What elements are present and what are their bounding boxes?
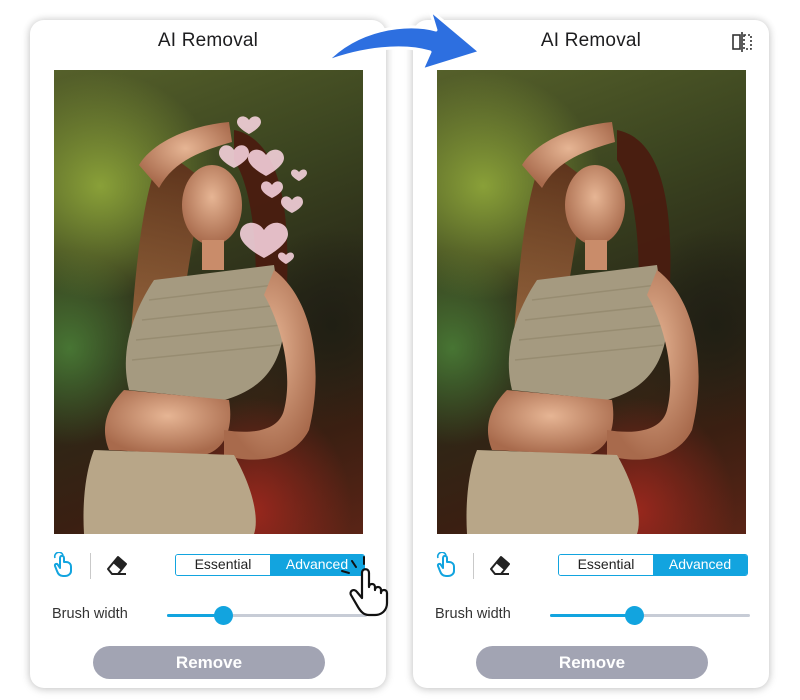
photo-canvas[interactable]: [54, 70, 363, 534]
mode-toggle: Essential Advanced: [558, 554, 748, 576]
heart-sticker: [248, 149, 284, 176]
brush-hand-icon[interactable]: [52, 551, 78, 578]
brush-width-slider[interactable]: [550, 606, 750, 625]
toolbar-divider: [90, 553, 91, 579]
slider-fill: [550, 614, 634, 617]
arrow-icon: [318, 0, 488, 85]
remove-button[interactable]: Remove: [476, 646, 708, 679]
heart-sticker: [278, 252, 294, 264]
mode-toggle: Essential Advanced: [175, 554, 365, 576]
brush-hand-icon[interactable]: [435, 551, 461, 578]
photo-canvas[interactable]: [437, 70, 746, 534]
eraser-icon[interactable]: [487, 552, 513, 578]
hand-pointer-icon: [338, 555, 412, 622]
heart-sticker: [261, 181, 283, 198]
slider-thumb[interactable]: [214, 606, 233, 625]
tab-essential[interactable]: Essential: [559, 555, 653, 575]
brush-width-slider[interactable]: [167, 606, 367, 625]
compare-icon[interactable]: [731, 32, 753, 52]
brush-width-label: Brush width: [52, 606, 128, 622]
eraser-icon[interactable]: [104, 552, 130, 578]
heart-sticker: [281, 196, 303, 213]
after-panel: AI Removal Essential Advanced Brush widt…: [413, 20, 769, 688]
brush-width-label: Brush width: [435, 606, 511, 622]
slider-thumb[interactable]: [625, 606, 644, 625]
remove-button[interactable]: Remove: [93, 646, 325, 679]
tab-advanced[interactable]: Advanced: [653, 555, 747, 575]
heart-sticker: [291, 169, 307, 181]
toolbar-divider: [473, 553, 474, 579]
heart-overlay: [219, 116, 307, 264]
heart-sticker: [219, 145, 249, 168]
before-panel: AI Removal Essential Advanced Brush widt…: [30, 20, 386, 688]
tab-essential[interactable]: Essential: [176, 555, 270, 575]
heart-sticker: [237, 116, 261, 134]
portrait-image: [466, 122, 699, 534]
